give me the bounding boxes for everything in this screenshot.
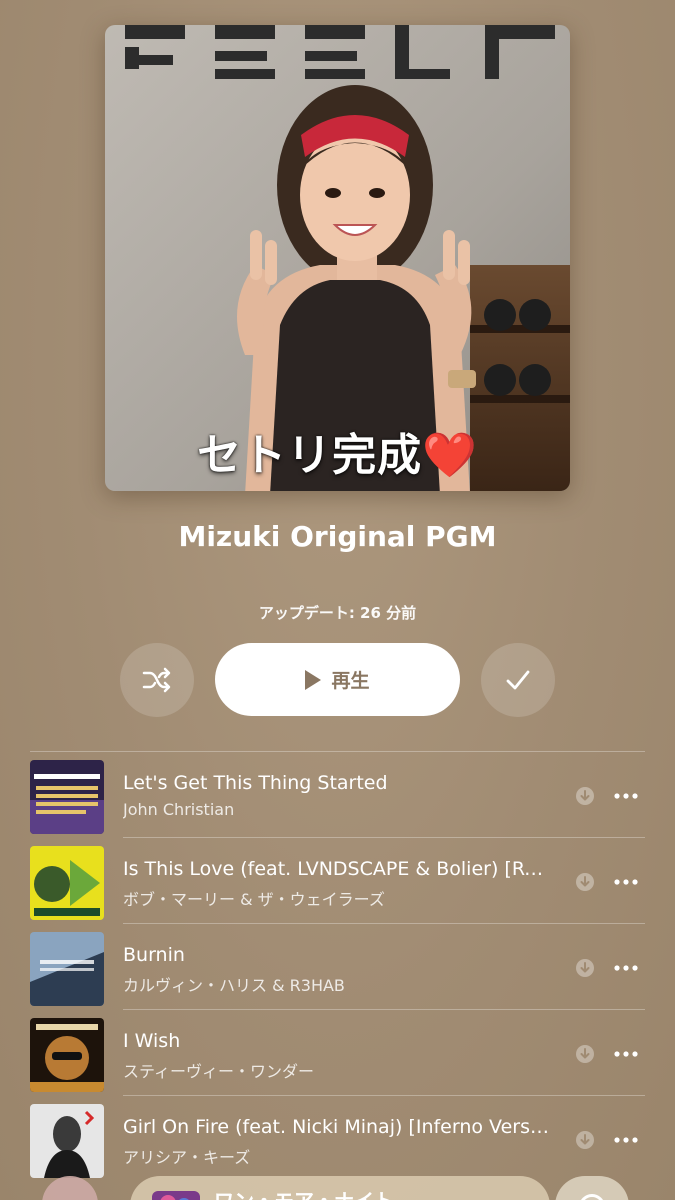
track-artist: スティーヴィー・ワンダー [123,1062,315,1081]
more-options-icon[interactable] [612,786,640,806]
shuffle-button[interactable] [120,643,194,717]
track-list: Let's Get This Thing Started John Christ… [0,752,675,1182]
track-artwork [30,760,104,834]
track-artist: ボブ・マーリー & ザ・ウェイラーズ [123,890,385,909]
download-icon[interactable] [575,1044,595,1064]
track-artwork [30,932,104,1006]
more-options-icon[interactable] [612,1130,640,1150]
track-artwork [30,846,104,920]
download-icon[interactable] [575,872,595,892]
heart-emoji: ❤️ [422,430,478,481]
track-title: Burnin [123,944,185,966]
download-icon[interactable] [575,786,595,806]
track-row[interactable]: Let's Get This Thing Started John Christ… [0,752,675,838]
mini-player[interactable]: ワン・モア・ナイト [130,1176,550,1200]
more-options-icon[interactable] [612,1044,640,1064]
play-icon [305,669,322,690]
track-artist: John Christian [123,800,235,819]
artwork-caption: セトリ完成❤️ [197,430,478,481]
mini-player-title: ワン・モア・ナイト [214,1185,394,1200]
added-to-library-button[interactable] [481,643,555,717]
download-icon[interactable] [575,958,595,978]
shuffle-icon [142,667,171,693]
more-options-icon[interactable] [612,958,640,978]
play-label: 再生 [331,670,370,692]
updated-timestamp: アップデート: 26 分前 [258,604,417,622]
more-options-icon[interactable] [612,872,640,892]
playlist-artwork: セトリ完成❤️ [105,25,570,491]
track-row[interactable]: Burnin カルヴィン・ハリス & R3HAB [0,924,675,1010]
track-row[interactable]: I Wish スティーヴィー・ワンダー [0,1010,675,1096]
track-row[interactable]: Girl On Fire (feat. Nicki Minaj) [Infern… [0,1096,675,1182]
track-title: Girl On Fire (feat. Nicki Minaj) [Infern… [123,1116,553,1138]
playlist-title: Mizuki Original PGM [178,520,497,553]
track-row[interactable]: Is This Love (feat. LVNDSCAPE & Bolier) … [0,838,675,924]
track-title: Is This Love (feat. LVNDSCAPE & Bolier) … [123,858,553,880]
track-title: Let's Get This Thing Started [123,772,388,794]
track-artist: カルヴィン・ハリス & R3HAB [123,976,345,995]
checkmark-icon [506,670,530,690]
play-button[interactable]: 再生 [215,643,460,716]
track-title: I Wish [123,1030,181,1052]
control-ring-icon [579,1194,605,1200]
track-artwork [30,1104,104,1178]
download-icon[interactable] [575,1130,595,1150]
track-artist: アリシア・キーズ [123,1148,251,1167]
mini-player-artwork [152,1191,200,1200]
playlist-screen: セトリ完成❤️ Mizuki Original PGM アップデート: 26 分… [0,0,675,1200]
track-artwork [30,1018,104,1092]
